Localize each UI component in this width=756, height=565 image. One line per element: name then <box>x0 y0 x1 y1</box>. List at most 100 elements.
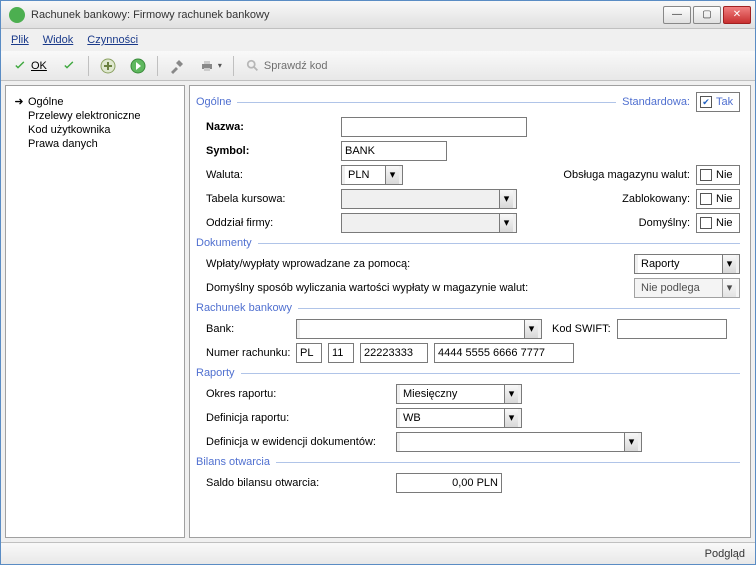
app-window: Rachunek bankowy: Firmowy rachunek banko… <box>0 0 756 565</box>
minimize-button[interactable]: — <box>663 6 691 24</box>
acct-sort-input[interactable] <box>360 343 428 363</box>
period-value: Miesięczny <box>400 385 504 403</box>
check-icon <box>12 58 28 74</box>
ratetable-label: Tabela kursowa: <box>196 193 341 205</box>
tools-button[interactable] <box>164 54 190 78</box>
nav-label: Kod użytkownika <box>28 124 111 136</box>
bank-label: Bank: <box>196 323 296 335</box>
group-title: Ogólne <box>196 96 231 108</box>
bank-value <box>300 320 524 338</box>
period-label: Okres raportu: <box>196 388 396 400</box>
magnify-icon <box>245 58 261 74</box>
print-button[interactable]: ▾ <box>194 54 227 78</box>
bank-select[interactable]: ▾ <box>296 319 542 339</box>
toolbar: OK ▾ <box>1 51 755 81</box>
acct-check-input[interactable] <box>328 343 354 363</box>
preview-link[interactable]: Podgląd <box>705 548 745 560</box>
ratetable-value <box>345 190 499 208</box>
default-label: Domyślny: <box>639 217 696 229</box>
ok-label: OK <box>31 60 47 72</box>
docdef-value <box>400 433 624 451</box>
print-icon <box>199 58 215 74</box>
toolbar-sep <box>233 56 234 76</box>
checkbox-empty-icon <box>700 169 712 181</box>
group-opening: Bilans otwarcia Saldo bilansu otwarcia: <box>196 456 740 495</box>
nav-item-etransfers[interactable]: Przelewy elektroniczne <box>12 109 178 123</box>
plus-icon <box>100 58 116 74</box>
checkcode-button[interactable]: Sprawdź kod <box>240 54 333 78</box>
checkbox-empty-icon <box>700 217 712 229</box>
locked-label: Zablokowany: <box>622 193 696 205</box>
standard-checkbox[interactable]: ✔ Tak <box>696 92 740 112</box>
acct-country-input[interactable] <box>296 343 322 363</box>
chevron-down-icon: ▾ <box>624 433 638 451</box>
ok-button[interactable]: OK <box>7 54 52 78</box>
currency-select[interactable]: PLN ▾ <box>341 165 403 185</box>
arrow-right-icon: ➜ <box>14 95 24 108</box>
symbol-input[interactable] <box>341 141 447 161</box>
nav-item-general[interactable]: ➜ Ogólne <box>12 94 178 109</box>
ratetable-select[interactable]: ▾ <box>341 189 517 209</box>
nav-label: Przelewy elektroniczne <box>28 110 141 122</box>
menu-actions[interactable]: Czynności <box>87 34 138 46</box>
calc-select[interactable]: Nie podlega ▾ <box>634 278 740 298</box>
checkcode-label: Sprawdź kod <box>264 60 328 72</box>
checkbox-empty-icon <box>700 193 712 205</box>
locked-checkbox[interactable]: Nie <box>696 189 740 209</box>
group-title: Raporty <box>196 367 235 379</box>
chevron-down-icon: ▾ <box>504 409 518 427</box>
menu-view[interactable]: Widok <box>43 34 74 46</box>
go-button[interactable] <box>125 54 151 78</box>
tools-icon <box>169 58 185 74</box>
currency-value: PLN <box>345 166 385 184</box>
menu-file[interactable]: Plik <box>11 34 29 46</box>
nav-label: Prawa danych <box>28 138 98 150</box>
accept-button[interactable] <box>56 54 82 78</box>
def-select[interactable]: WB ▾ <box>396 408 522 428</box>
toolbar-sep <box>157 56 158 76</box>
docdef-select[interactable]: ▾ <box>396 432 642 452</box>
nav-panel: ➜ Ogólne Przelewy elektroniczne Kod użyt… <box>5 85 185 538</box>
group-documents: Dokumenty Wpłaty/wypłaty wprowadzane za … <box>196 237 740 300</box>
titlebar: Rachunek bankowy: Firmowy rachunek banko… <box>1 1 755 29</box>
acct-number-input[interactable] <box>434 343 574 363</box>
close-button[interactable]: ✕ <box>723 6 751 24</box>
via-label: Wpłaty/wypłaty wprowadzane za pomocą: <box>196 258 634 270</box>
menubar: Plik Widok Czynności <box>1 29 755 51</box>
def-label: Definicja raportu: <box>196 412 396 424</box>
chevron-down-icon: ▾ <box>385 166 399 184</box>
default-value: Nie <box>716 217 733 229</box>
standard-label: Standardowa: <box>622 96 690 108</box>
warehouse-checkbox[interactable]: Nie <box>696 165 740 185</box>
name-input[interactable] <box>341 117 527 137</box>
standard-value: Tak <box>716 96 733 108</box>
symbol-label: Symbol: <box>196 145 341 157</box>
default-checkbox[interactable]: Nie <box>696 213 740 233</box>
window-title: Rachunek bankowy: Firmowy rachunek banko… <box>31 9 663 21</box>
calc-value: Nie podlega <box>638 279 722 297</box>
group-title: Bilans otwarcia <box>196 456 270 468</box>
warehouse-label: Obsługa magazynu walut: <box>563 169 696 181</box>
name-label: Nazwa: <box>196 121 341 133</box>
group-bank: Rachunek bankowy Bank: ▾ Kod SWIFT: Nume… <box>196 302 740 365</box>
nav-item-usercode[interactable]: Kod użytkownika <box>12 123 178 137</box>
main-panel: Ogólne Standardowa: ✔ Tak Nazwa: Symbol: <box>189 85 751 538</box>
acct-label: Numer rachunku: <box>196 347 296 359</box>
toolbar-sep <box>88 56 89 76</box>
arrow-right-icon <box>130 58 146 74</box>
statusbar: Podgląd <box>1 542 755 564</box>
branch-label: Oddział firmy: <box>196 217 341 229</box>
group-reports: Raporty Okres raportu: Miesięczny ▾ Defi… <box>196 367 740 454</box>
period-select[interactable]: Miesięczny ▾ <box>396 384 522 404</box>
locked-value: Nie <box>716 193 733 205</box>
via-select[interactable]: Raporty ▾ <box>634 254 740 274</box>
maximize-button[interactable]: ▢ <box>693 6 721 24</box>
nav-item-rights[interactable]: Prawa danych <box>12 137 178 151</box>
branch-select[interactable]: ▾ <box>341 213 517 233</box>
app-icon <box>9 7 25 23</box>
currency-label: Waluta: <box>196 169 341 181</box>
add-button[interactable] <box>95 54 121 78</box>
swift-input[interactable] <box>617 319 727 339</box>
chevron-down-icon: ▾ <box>524 320 538 338</box>
balance-input[interactable] <box>396 473 502 493</box>
